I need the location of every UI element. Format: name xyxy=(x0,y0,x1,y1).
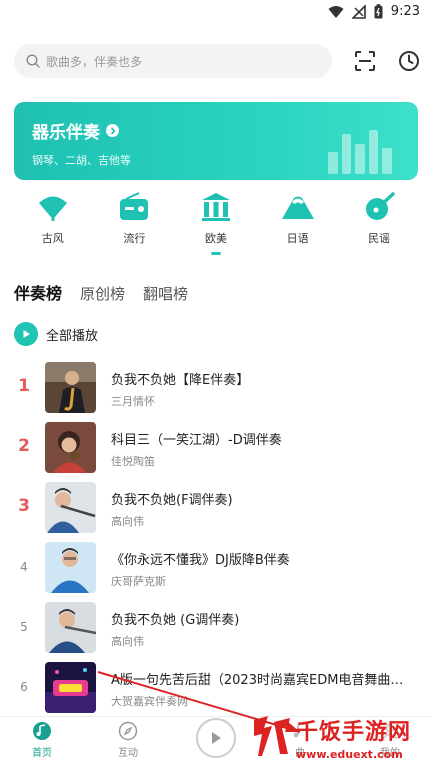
song-artist: 佳悦陶笛 xyxy=(111,455,155,468)
history-clock-icon[interactable] xyxy=(398,50,420,72)
columns-icon xyxy=(201,193,230,221)
status-icons: 9:23 xyxy=(328,4,420,19)
search-placeholder: 歌曲多，伴奏也多 xyxy=(46,54,143,69)
category-oumei[interactable]: 欧美 xyxy=(184,192,248,258)
mountain-icon xyxy=(281,196,314,219)
chevron-right-icon xyxy=(106,124,119,137)
watermark-arrow-icon xyxy=(97,671,301,733)
play-all-button[interactable]: 全部播放 xyxy=(14,322,98,346)
category-minyao[interactable]: 民谣 xyxy=(347,192,411,258)
search-icon xyxy=(26,54,40,68)
search-input[interactable]: 歌曲多，伴奏也多 xyxy=(14,44,332,78)
tab-accompaniment-chart[interactable]: 伴奏榜 xyxy=(14,280,62,304)
instrumental-banner[interactable]: 器乐伴奏 钢琴、二胡、吉他等 xyxy=(14,102,418,180)
song-cover xyxy=(45,362,96,413)
tab-cover-chart[interactable]: 翻唱榜 xyxy=(143,283,188,304)
song-row[interactable]: 1 负我不负她【降E伴奏】 三月情怀 xyxy=(0,362,432,414)
song-title: 《你永远不懂我》DJ版降B伴奏 xyxy=(111,553,290,568)
song-row[interactable]: 5 负我不负她 (G调伴奏) 高向伟 xyxy=(0,602,432,654)
category-row: 古风 流行 欧美 日语 民谣 xyxy=(0,192,432,258)
song-title: 负我不负她(F调伴奏) xyxy=(111,493,233,508)
song-rank: 4 xyxy=(20,560,28,574)
category-label: 流行 xyxy=(123,232,146,245)
wifi-icon xyxy=(328,5,344,18)
status-bar: 9:23 xyxy=(0,0,432,24)
category-riyu[interactable]: 日语 xyxy=(266,192,330,258)
scan-icon[interactable] xyxy=(354,50,376,72)
fan-icon xyxy=(38,196,67,221)
song-rank: 3 xyxy=(18,496,30,516)
song-title: 科目三（一笑江湖）-D调伴奏 xyxy=(111,433,282,448)
home-music-icon xyxy=(33,722,51,740)
signal-icon xyxy=(351,4,366,19)
play-icon xyxy=(14,322,38,346)
category-label: 欧美 xyxy=(204,232,227,245)
banner-subtitle: 钢琴、二胡、吉他等 xyxy=(32,154,131,167)
song-row[interactable]: 3 负我不负她(F调伴奏) 高向伟 xyxy=(0,482,432,534)
category-liuxing[interactable]: 流行 xyxy=(102,192,166,258)
song-rank: 1 xyxy=(18,376,30,396)
song-rank: 5 xyxy=(20,620,28,634)
song-artist: 高向伟 xyxy=(111,515,144,528)
song-artist: 三月情怀 xyxy=(111,395,155,408)
song-rank: 6 xyxy=(20,680,28,694)
song-artist: 高向伟 xyxy=(111,635,144,648)
play-all-label: 全部播放 xyxy=(46,328,99,344)
banner-instrument-image xyxy=(328,130,392,174)
song-cover xyxy=(45,602,96,653)
search-row: 歌曲多，伴奏也多 xyxy=(14,44,420,78)
battery-icon xyxy=(374,4,383,19)
song-cover xyxy=(45,422,96,473)
category-label: 日语 xyxy=(286,232,309,245)
song-cover xyxy=(45,662,96,713)
category-selected-indicator xyxy=(210,252,221,255)
song-row[interactable]: 2 科目三（一笑江湖）-D调伴奏 佳悦陶笛 xyxy=(0,422,432,474)
song-cover xyxy=(45,482,96,533)
nav-home[interactable]: 首页 xyxy=(12,721,72,759)
watermark-url: www.eduext.com xyxy=(296,748,403,761)
category-label: 民谣 xyxy=(368,232,391,245)
category-gufeng[interactable]: 古风 xyxy=(21,192,85,258)
guitar-icon xyxy=(366,192,395,220)
status-time: 9:23 xyxy=(390,4,420,19)
watermark-text: 千饭手游网 xyxy=(296,720,412,745)
tab-original-chart[interactable]: 原创榜 xyxy=(80,283,125,304)
song-rank: 2 xyxy=(18,436,30,456)
song-artist: 庆哥萨克斯 xyxy=(111,575,166,588)
banner-title: 器乐伴奏 xyxy=(32,118,119,143)
category-label: 古风 xyxy=(41,232,64,245)
banner-title-text: 器乐伴奏 xyxy=(32,123,100,143)
chart-tabs: 伴奏榜 原创榜 翻唱榜 xyxy=(14,280,188,304)
nav-label: 首页 xyxy=(32,748,52,759)
radio-icon xyxy=(120,192,149,220)
song-title: 负我不负她 (G调伴奏) xyxy=(111,613,240,628)
song-title: 负我不负她【降E伴奏】 xyxy=(111,373,250,388)
nav-label: 互动 xyxy=(118,748,138,759)
song-cover xyxy=(45,542,96,593)
song-row[interactable]: 4 《你永远不懂我》DJ版降B伴奏 庆哥萨克斯 xyxy=(0,542,432,594)
